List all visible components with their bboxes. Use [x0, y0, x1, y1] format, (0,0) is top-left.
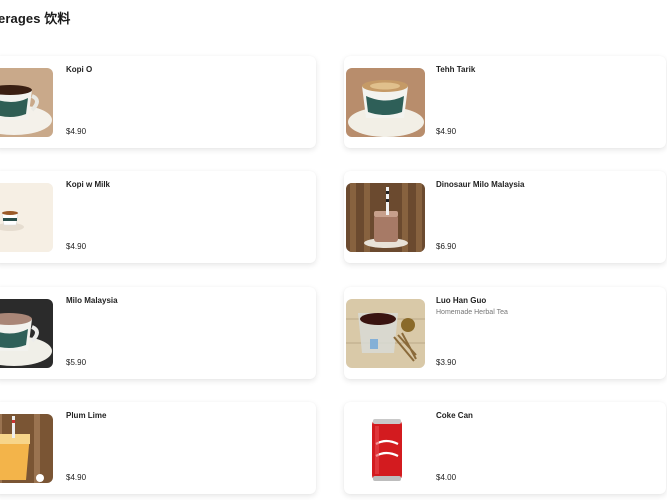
coke-can-icon — [346, 414, 425, 483]
plum-lime-drink-icon — [0, 414, 53, 483]
item-name: Luo Han Guo — [436, 296, 487, 305]
item-price: $4.00 — [436, 473, 457, 482]
menu-item-card[interactable]: Kopi O $4.90 — [0, 56, 316, 148]
herbal-tea-glass-icon — [346, 299, 425, 368]
dinosaur-milo-jar-icon — [346, 183, 425, 252]
menu-item-card[interactable]: Milo Malaysia $5.90 — [0, 287, 316, 379]
item-name: Coke Can — [436, 411, 473, 420]
item-description: Homemade Herbal Tea — [436, 309, 508, 316]
menu-item-card[interactable]: Tehh Tarik $4.90 — [344, 56, 666, 148]
kopi-o-coffee-cup-icon — [0, 68, 53, 137]
item-name: Tehh Tarik — [436, 65, 476, 74]
item-price: $4.90 — [66, 473, 87, 482]
item-price: $6.90 — [436, 242, 457, 251]
item-price: $3.90 — [436, 358, 457, 367]
menu-grid: Kopi O $4.90 Tehh Tarik $4.90 Kopi w Mil… — [0, 0, 667, 500]
menu-item-card[interactable]: Plum Lime $4.90 — [0, 402, 316, 494]
item-price: $4.90 — [66, 242, 87, 251]
item-price: $4.90 — [66, 127, 87, 136]
kopi-milk-cup-icon — [0, 183, 53, 252]
menu-item-card[interactable]: Luo Han Guo Homemade Herbal Tea $3.90 — [344, 287, 666, 379]
item-name: Dinosaur Milo Malaysia — [436, 180, 525, 189]
item-price: $5.90 — [66, 358, 87, 367]
teh-tarik-cup-icon — [346, 68, 425, 137]
item-name: Milo Malaysia — [66, 296, 118, 305]
item-price: $4.90 — [436, 127, 457, 136]
item-name: Plum Lime — [66, 411, 107, 420]
item-name: Kopi w Milk — [66, 180, 110, 189]
menu-item-card[interactable]: Kopi w Milk $4.90 — [0, 171, 316, 263]
menu-item-card[interactable]: Dinosaur Milo Malaysia $6.90 — [344, 171, 666, 263]
item-name: Kopi O — [66, 65, 93, 74]
milo-cup-icon — [0, 299, 53, 368]
menu-item-card[interactable]: Coke Can $4.00 — [344, 402, 666, 494]
